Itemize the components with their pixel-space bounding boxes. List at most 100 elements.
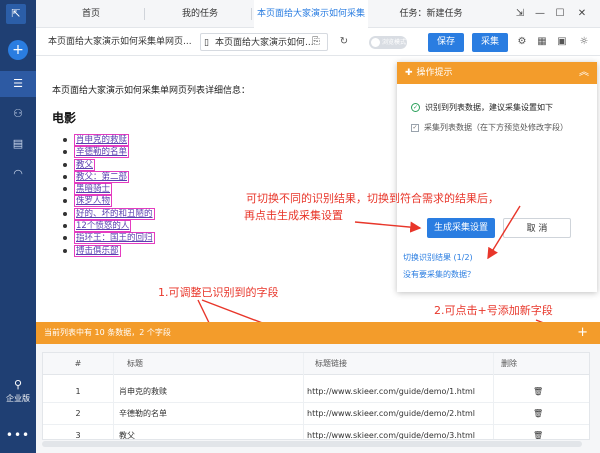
movie-link[interactable]: 搏击俱乐部 <box>74 244 121 257</box>
collapse-icon[interactable]: ︽ <box>579 62 589 84</box>
document-icon[interactable]: ▤ <box>0 131 36 157</box>
tab-home[interactable]: 首页 <box>46 0 136 28</box>
save-button[interactable]: 保存 <box>428 33 464 52</box>
movie-link[interactable]: 指环王：国王的回归 <box>74 232 155 245</box>
tips-title: 操作提示 <box>416 68 453 78</box>
task-breadcrumb: 本页面给大家演示如何采集单网页... <box>48 37 192 47</box>
refresh-icon[interactable]: ↻ <box>336 34 352 50</box>
column-header-index: # <box>43 353 113 375</box>
toggle-label: 浏览模式 <box>382 39 407 46</box>
check-circle-icon: ✓ <box>411 103 420 112</box>
table-cell-title: 辛德勒的名单 <box>119 409 167 418</box>
toggle-knob <box>371 38 380 47</box>
plus-icon: ✚ <box>405 68 413 78</box>
maximize-icon[interactable]: ☐ <box>550 0 570 28</box>
left-sidebar: ⇱ + ☰ ⚇ ▤ ◠ ⚲ 企业版 ••• <box>0 0 36 453</box>
menu-icon[interactable]: ☰ <box>0 71 36 97</box>
page-heading: 电影 <box>52 111 77 125</box>
table-cell-title: 教父 <box>119 431 135 440</box>
user-edition-label: 企业版 <box>6 394 30 403</box>
layout-icon[interactable]: ▦ <box>534 34 550 50</box>
delete-icon[interactable]: 🗑 <box>533 403 553 425</box>
movie-link[interactable]: 好的、坏的和丑陋的 <box>74 207 155 220</box>
list-item[interactable]: 教父：第二部 <box>62 170 155 183</box>
tab-my-tasks[interactable]: 我的任务 <box>154 0 246 28</box>
tab-demo-page[interactable]: 本页面给大家演示如何采集 <box>254 0 368 28</box>
panel-icon[interactable]: ▣ <box>554 34 570 50</box>
switch-result-link[interactable]: 切换识别结果 (1/2) <box>403 252 473 263</box>
delete-icon[interactable]: 🗑 <box>533 381 553 403</box>
tab-new-task[interactable]: 任务：新建任务 <box>376 0 486 28</box>
movie-link[interactable]: 教父：第二部 <box>74 170 130 183</box>
annotation-add-field: 2.可点击+号添加新字段 <box>434 304 553 317</box>
delete-icon[interactable]: 🗑 <box>533 425 553 439</box>
list-item[interactable]: 肖申克的救赎 <box>62 134 155 146</box>
horizontal-scrollbar[interactable] <box>42 441 582 447</box>
users-icon[interactable]: ⚇ <box>0 101 36 127</box>
more-icon[interactable]: ••• <box>0 428 36 442</box>
movie-link[interactable]: 侏罗人物 <box>74 195 113 208</box>
tab-divider <box>251 8 252 20</box>
user-account[interactable]: ⚲ 企业版 <box>0 378 36 404</box>
collect-list-option[interactable]: ✓ 采集列表数据（在下方预览处修改字段） <box>411 122 568 133</box>
toolbar: 本页面给大家演示如何采集单网页... ▯ 本页面给大家演示如何... ⎘ ↻ 浏… <box>36 28 600 56</box>
generate-settings-button[interactable]: 生成采集设置 <box>427 218 495 238</box>
table-cell-link: http://www.skieer.com/guide/demo/2.html <box>307 409 475 418</box>
recognized-status: ✓ 识别到列表数据，建议采集设置如下 <box>411 102 553 113</box>
movie-link[interactable]: 肖申克的救赎 <box>74 134 130 146</box>
tips-lightbulb-icon[interactable]: ☼ <box>576 34 592 50</box>
movie-link[interactable]: 黑暗骑士 <box>74 183 113 196</box>
cancel-button[interactable]: 取 消 <box>503 218 571 238</box>
open-page-icon[interactable]: ⎘ <box>308 34 324 50</box>
data-summary-bar: 当前列表中有 10 条数据，2 个字段 + <box>36 322 600 344</box>
option-text: 采集列表数据（在下方预览处修改字段） <box>424 123 568 132</box>
list-item[interactable]: 指环王：国王的回归 <box>62 232 155 245</box>
data-table: # 标题 标题链接 删除 1 肖申克的救赎 http://www.skieer.… <box>42 352 590 440</box>
list-item[interactable]: 12个愤怒的人 <box>62 220 155 233</box>
list-item[interactable]: 侏罗人物 <box>62 195 155 208</box>
settings-icon[interactable]: ⚙ <box>514 34 530 50</box>
table-cell-link: http://www.skieer.com/guide/demo/3.html <box>307 431 475 440</box>
tips-header: ✚ 操作提示 ︽ <box>397 62 597 84</box>
list-item[interactable]: 搏击俱乐部 <box>62 244 155 257</box>
new-task-button[interactable]: + <box>8 40 28 60</box>
operation-tips-panel: ✚ 操作提示 ︽ ✓ 识别到列表数据，建议采集设置如下 ✓ 采集列表数据（在下方预览处… <box>397 62 597 292</box>
column-header-link[interactable]: 标题链接 <box>303 353 493 375</box>
data-preview: # 标题 标题链接 删除 1 肖申克的救赎 http://www.skieer.… <box>36 344 600 453</box>
annotation-switch-result: 可切换不同的识别结果，切换到符合需求的结果后， <box>246 192 499 205</box>
list-item[interactable]: 好的、坏的和丑陋的 <box>62 207 155 220</box>
app-logo-icon: ⇱ <box>6 4 26 24</box>
checkbox-icon[interactable]: ✓ <box>411 123 419 132</box>
column-divider <box>493 353 494 439</box>
movie-list: 肖申克的救赎 辛德勒的名单 教父 教父：第二部 黑暗骑士 侏罗人物 好的、坏的和… <box>62 134 155 257</box>
column-header-title[interactable]: 标题 <box>113 353 303 375</box>
annotation-generate: 再点击生成采集设置 <box>244 209 343 222</box>
table-cell-index: 3 <box>75 431 81 440</box>
restore-icon[interactable]: ⇲ <box>510 0 530 28</box>
annotation-adjust-fields: 1.可调整已识别到的字段 <box>158 286 279 299</box>
tab-bar: 首页 我的任务 本页面给大家演示如何采集 任务：新建任务 ⇲ — ☐ ✕ <box>36 0 600 28</box>
tab-divider <box>144 8 145 20</box>
list-item[interactable]: 黑暗骑士 <box>62 183 155 196</box>
collect-button[interactable]: 采集 <box>472 33 508 52</box>
table-cell-link: http://www.skieer.com/guide/demo/1.html <box>307 387 475 396</box>
close-icon[interactable]: ✕ <box>572 0 592 28</box>
movie-link[interactable]: 12个愤怒的人 <box>74 220 132 233</box>
vertical-scrollbar[interactable] <box>589 383 590 438</box>
url-text: 本页面给大家演示如何... <box>215 38 314 48</box>
list-item[interactable]: 教父 <box>62 158 155 171</box>
table-cell-title: 肖申克的救赎 <box>119 387 167 396</box>
movie-link[interactable]: 教父 <box>74 158 96 171</box>
movie-link[interactable]: 辛德勒的名单 <box>74 146 130 159</box>
no-data-link[interactable]: 没有要采集的数据？ <box>403 269 475 280</box>
table-cell-index: 1 <box>75 387 81 396</box>
user-icon: ⚲ <box>13 378 23 391</box>
headset-icon[interactable]: ◠ <box>0 161 36 187</box>
table-cell-index: 2 <box>75 409 81 418</box>
minimize-icon[interactable]: — <box>530 0 550 28</box>
data-summary: 当前列表中有 10 条数据，2 个字段 <box>44 328 171 337</box>
add-field-button[interactable]: + <box>577 322 588 344</box>
browse-mode-toggle[interactable]: 浏览模式 <box>369 36 407 49</box>
list-item[interactable]: 辛德勒的名单 <box>62 146 155 159</box>
recognized-text: 识别到列表数据，建议采集设置如下 <box>425 103 553 112</box>
